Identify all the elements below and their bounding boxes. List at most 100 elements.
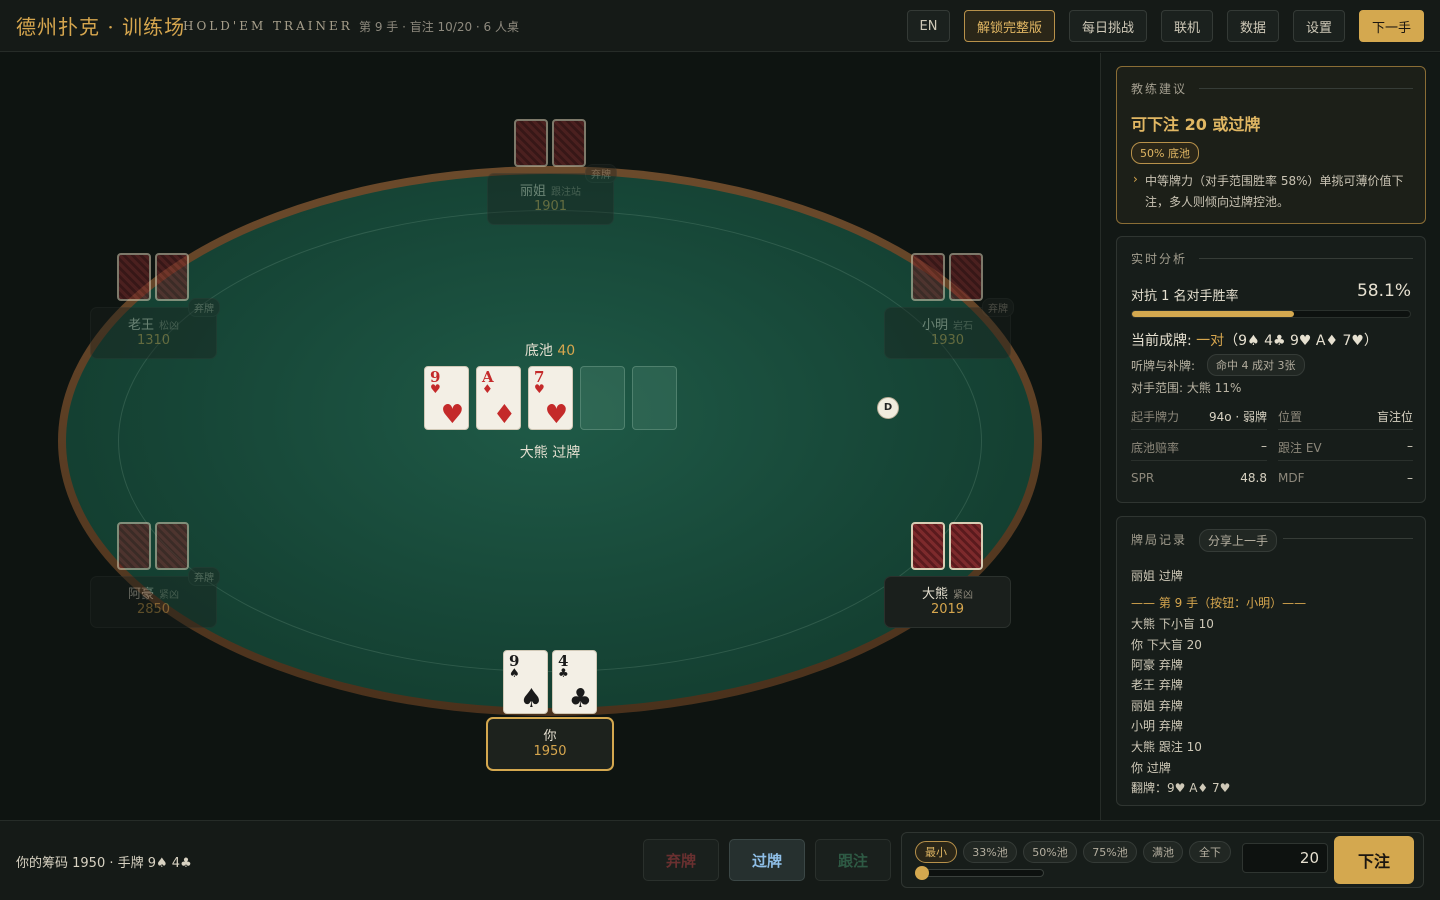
seat-chips: 2850	[136, 602, 171, 617]
preset-75-button[interactable]: 75%池	[1083, 841, 1137, 863]
title-divider	[1199, 258, 1413, 259]
stat-divider	[1131, 460, 1267, 461]
card-suit-small: ♣	[558, 666, 569, 680]
log-line: 大熊 下小盲 10	[1131, 617, 1214, 631]
bet-slider-thumb[interactable]	[915, 866, 929, 880]
check-button[interactable]: 过牌	[729, 839, 805, 881]
felt-line	[118, 210, 982, 672]
hero-card: 9 ♠ ♠	[503, 650, 548, 714]
fold-status-badge: 弃牌	[982, 298, 1014, 317]
coach-advice: 中等牌力（对手范围胜率 58%）单挑可薄价值下注，多人则倾向过牌控池。	[1145, 174, 1404, 209]
opponent-card-back	[117, 522, 151, 570]
online-button[interactable]: 联机	[1161, 10, 1213, 42]
preset-33-button[interactable]: 33%池	[963, 841, 1017, 863]
language-button[interactable]: EN	[907, 10, 950, 42]
dealer-button: D	[877, 397, 899, 419]
card-suit-large: ♦	[492, 400, 516, 430]
log-line: 老王 弃牌	[1131, 678, 1183, 692]
board-empty-slot	[632, 366, 677, 430]
stats-button[interactable]: 数据	[1227, 10, 1279, 42]
spr-label: SPR	[1131, 471, 1155, 485]
coach-sizing-badge: 50% 底池	[1131, 142, 1199, 164]
made-hand-value: 一对	[1196, 333, 1225, 349]
opponent-card-back	[514, 119, 548, 167]
board-card: 9 ♥ ♥	[424, 366, 469, 430]
card-suit-small: ♥	[534, 382, 545, 396]
fold-button[interactable]: 弃牌	[643, 839, 719, 881]
fold-status-badge: 弃牌	[585, 164, 617, 183]
stat-divider	[1278, 460, 1413, 461]
pot-label: 底池	[524, 343, 553, 359]
log-line: 翻牌：9♥ A♦ 7♥	[1131, 781, 1231, 795]
call-button[interactable]: 跟注	[815, 839, 891, 881]
fold-status-badge: 弃牌	[188, 567, 220, 586]
seat-name: 丽姐	[519, 184, 546, 199]
last-action-text: 大熊 过牌	[519, 445, 581, 461]
pot-odds-label: 底池赔率	[1131, 441, 1180, 455]
seat-style: 松凶	[159, 321, 179, 332]
log-title: 牌局记录	[1131, 533, 1188, 547]
stat-divider	[1278, 429, 1413, 430]
call-ev-label: 跟注 EV	[1278, 441, 1322, 455]
log-line: 你 下大盲 20	[1131, 638, 1202, 652]
seat-name: 大熊	[921, 587, 948, 602]
seat-name: 你	[543, 729, 557, 744]
hand-info: 第 9 手 · 盲注 10/20 · 6 人桌	[359, 20, 519, 34]
board-card: 7 ♥ ♥	[528, 366, 573, 430]
analysis-panel: 实时分析 对抗 1 名对手胜率 58.1% 当前成牌: 一对（9♠ 4♣ 9♥ …	[1116, 236, 1426, 503]
coach-title: 教练建议	[1131, 82, 1188, 96]
preset-allin-button[interactable]: 全下	[1189, 841, 1231, 863]
call-ev-value: –	[1407, 439, 1413, 453]
range-row: 对手范围: 大熊 11%	[1131, 379, 1241, 396]
daily-challenge-button[interactable]: 每日挑战	[1069, 10, 1147, 42]
log-line: 丽姐 过牌	[1131, 569, 1183, 583]
bet-slider-track[interactable]	[922, 869, 1044, 877]
equity-bar	[1131, 310, 1411, 318]
unlock-full-version-button[interactable]: 解锁完整版	[964, 10, 1055, 42]
seat-style: 紧凶	[159, 590, 179, 601]
title-divider	[1199, 88, 1413, 89]
opponent-card-back	[949, 522, 983, 570]
pot-odds-value: –	[1261, 439, 1267, 453]
seat-style: 岩石	[953, 321, 973, 332]
preset-min-button[interactable]: 最小	[915, 841, 957, 863]
preset-50-button[interactable]: 50%池	[1023, 841, 1077, 863]
hand-log-panel[interactable]: 牌局记录 分享上一手 丽姐 过牌 —— 第 9 手（按钮：小明）—— 大熊 下小…	[1116, 516, 1426, 806]
range-value: 大熊 11%	[1186, 381, 1242, 395]
stat-divider	[1131, 429, 1267, 430]
opponent-card-back	[155, 522, 189, 570]
app-subtitle: HOLD'EM TRAINER	[183, 19, 353, 33]
next-hand-button[interactable]: 下一手	[1359, 10, 1424, 42]
preset-pot-button[interactable]: 满池	[1143, 841, 1183, 863]
seat-hero: 你 1950	[486, 717, 614, 771]
opponent-card-back	[911, 253, 945, 301]
share-last-hand-button[interactable]: 分享上一手	[1199, 529, 1278, 552]
hero-card: 4 ♣ ♣	[552, 650, 597, 714]
opponent-card-back	[155, 253, 189, 301]
opponent-card-back	[911, 522, 945, 570]
spr-value: 48.8	[1240, 471, 1267, 485]
settings-button[interactable]: 设置	[1293, 10, 1345, 42]
poker-table-area: 丽姐 跟注站 1901 弃牌 老王 松凶 1310 弃牌 小明 岩石 1930 弃牌 …	[0, 53, 1100, 820]
bet-button[interactable]: 下注	[1334, 836, 1414, 884]
seat-style: 跟注站	[551, 187, 581, 198]
top-bar: 德州扑克 · 训练场 HOLD'EM TRAINER 第 9 手 · 盲注 10…	[0, 0, 1440, 52]
coach-headline: 可下注 20 或过牌	[1131, 115, 1261, 134]
log-hand-header: —— 第 9 手（按钮：小明）——	[1131, 596, 1307, 610]
card-suit-large: ♣	[568, 684, 592, 714]
seat-daxiong: 大熊 紧凶 2019	[884, 576, 1011, 628]
stack-info: 你的筹码 1950 · 手牌 9♠ 4♣	[16, 856, 192, 871]
position-value: 盲注位	[1376, 410, 1413, 424]
card-suit-small: ♦	[482, 382, 493, 396]
bet-amount-input[interactable]	[1242, 843, 1328, 873]
board-card: A ♦ ♦	[476, 366, 521, 430]
app-title: 德州扑克 · 训练场	[16, 15, 186, 39]
made-hand-cards: （9♠ 4♣ 9♥ A♦ 7♥）	[1224, 333, 1378, 349]
mdf-label: MDF	[1278, 471, 1305, 485]
log-line: 你 过牌	[1131, 761, 1171, 775]
coach-panel: 教练建议 可下注 20 或过牌 50% 底池 › 中等牌力（对手范围胜率 58%…	[1116, 66, 1426, 224]
seat-name: 阿豪	[127, 587, 154, 602]
action-bar: 你的筹码 1950 · 手牌 9♠ 4♣ 弃牌 过牌 跟注 最小 33%池 50…	[0, 820, 1440, 900]
seat-chips: 1950	[533, 744, 567, 759]
log-line: 小明 弃牌	[1131, 719, 1183, 733]
